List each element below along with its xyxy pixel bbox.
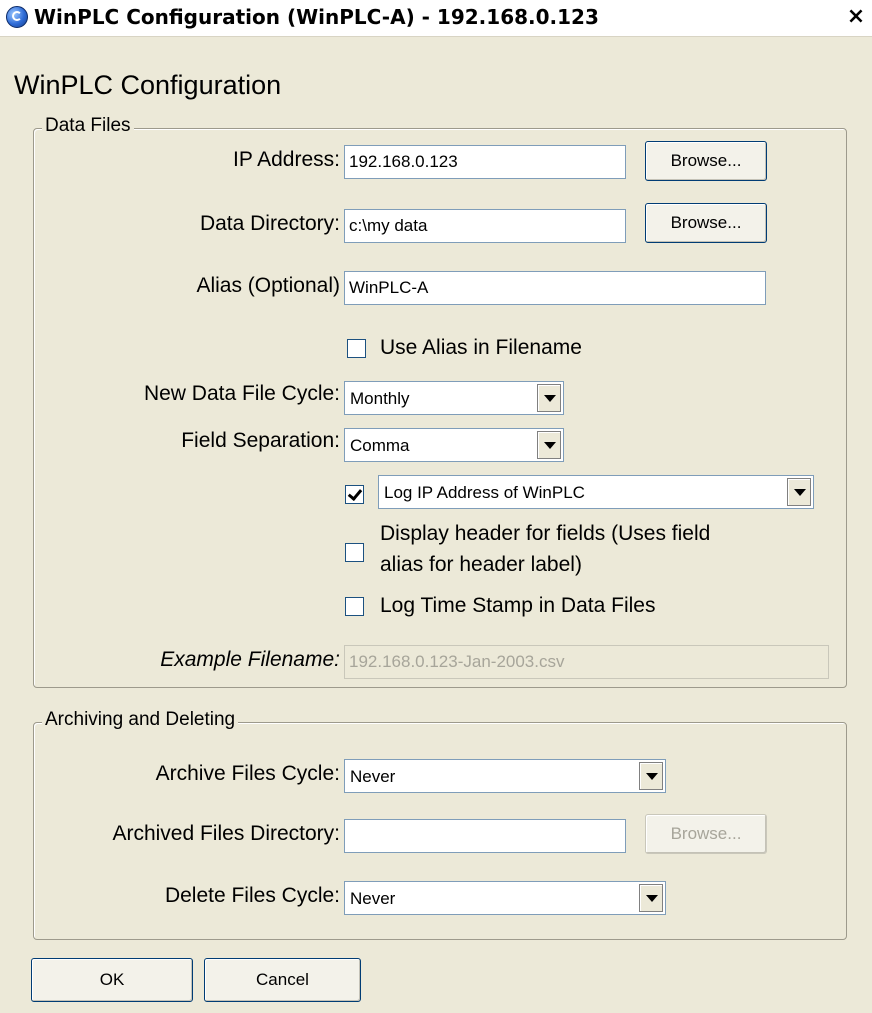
log-timestamp-label[interactable]: Log Time Stamp in Data Files	[380, 594, 655, 618]
chevron-down-icon[interactable]	[537, 431, 561, 459]
chevron-down-icon[interactable]	[639, 884, 663, 912]
display-header-label-line-1[interactable]: Display header for fields (Uses field	[380, 522, 710, 546]
ok-button[interactable]: OK	[31, 958, 193, 1002]
example-filename-label: Example Filename:	[160, 648, 340, 671]
dialog-heading: WinPLC Configuration	[14, 70, 282, 100]
archived-directory-browse-button[interactable]: Browse...	[645, 814, 767, 854]
archived-directory-input[interactable]	[344, 819, 626, 853]
app-icon	[6, 6, 28, 28]
ip-address-input[interactable]: 192.168.0.123	[344, 145, 626, 179]
chevron-down-icon[interactable]	[537, 384, 561, 412]
data-directory-input[interactable]: c:\my data	[344, 209, 626, 243]
ip-address-label: IP Address:	[232, 148, 340, 171]
log-timestamp-checkbox[interactable]	[345, 597, 364, 616]
ip-browse-button[interactable]: Browse...	[645, 141, 767, 181]
chevron-down-icon[interactable]	[639, 762, 663, 790]
example-filename-field: 192.168.0.123-Jan-2003.csv	[344, 645, 829, 679]
field-separation-label: Field Separation:	[181, 429, 340, 452]
window-title: WinPLC Configuration (WinPLC-A) - 192.16…	[34, 5, 599, 29]
archived-directory-label: Archived Files Directory:	[112, 822, 340, 845]
log-ip-select[interactable]: Log IP Address of WinPLC	[378, 475, 814, 509]
archiving-legend: Archiving and Deleting	[42, 709, 239, 731]
title-bar[interactable]: WinPLC Configuration (WinPLC-A) - 192.16…	[0, 0, 872, 37]
data-files-legend: Data Files	[42, 115, 134, 137]
cancel-button[interactable]: Cancel	[204, 958, 361, 1002]
close-button[interactable]: ×	[843, 4, 869, 30]
use-alias-label[interactable]: Use Alias in Filename	[380, 336, 582, 360]
delete-cycle-select[interactable]: Never	[344, 881, 666, 915]
archive-cycle-select[interactable]: Never	[344, 759, 666, 793]
new-data-file-cycle-value: Monthly	[350, 389, 410, 408]
use-alias-checkbox[interactable]	[347, 339, 366, 358]
new-data-file-cycle-label: New Data File Cycle:	[143, 382, 340, 405]
data-directory-label: Data Directory:	[199, 212, 340, 235]
field-separation-value: Comma	[350, 436, 410, 455]
log-ip-value: Log IP Address of WinPLC	[384, 483, 585, 502]
field-separation-select[interactable]: Comma	[344, 428, 564, 462]
archive-cycle-value: Never	[350, 767, 396, 786]
delete-cycle-label: Delete Files Cycle:	[164, 884, 340, 907]
display-header-label-line-2[interactable]: alias for header label)	[380, 553, 582, 577]
display-header-checkbox[interactable]	[345, 543, 364, 562]
log-ip-checkbox[interactable]	[345, 485, 364, 504]
data-directory-browse-button[interactable]: Browse...	[645, 203, 767, 243]
new-data-file-cycle-select[interactable]: Monthly	[344, 381, 564, 415]
archive-cycle-label: Archive Files Cycle:	[155, 762, 340, 785]
chevron-down-icon[interactable]	[787, 478, 811, 506]
alias-input[interactable]: WinPLC-A	[344, 271, 766, 305]
alias-label: Alias (Optional)	[196, 274, 340, 297]
delete-cycle-value: Never	[350, 889, 396, 908]
